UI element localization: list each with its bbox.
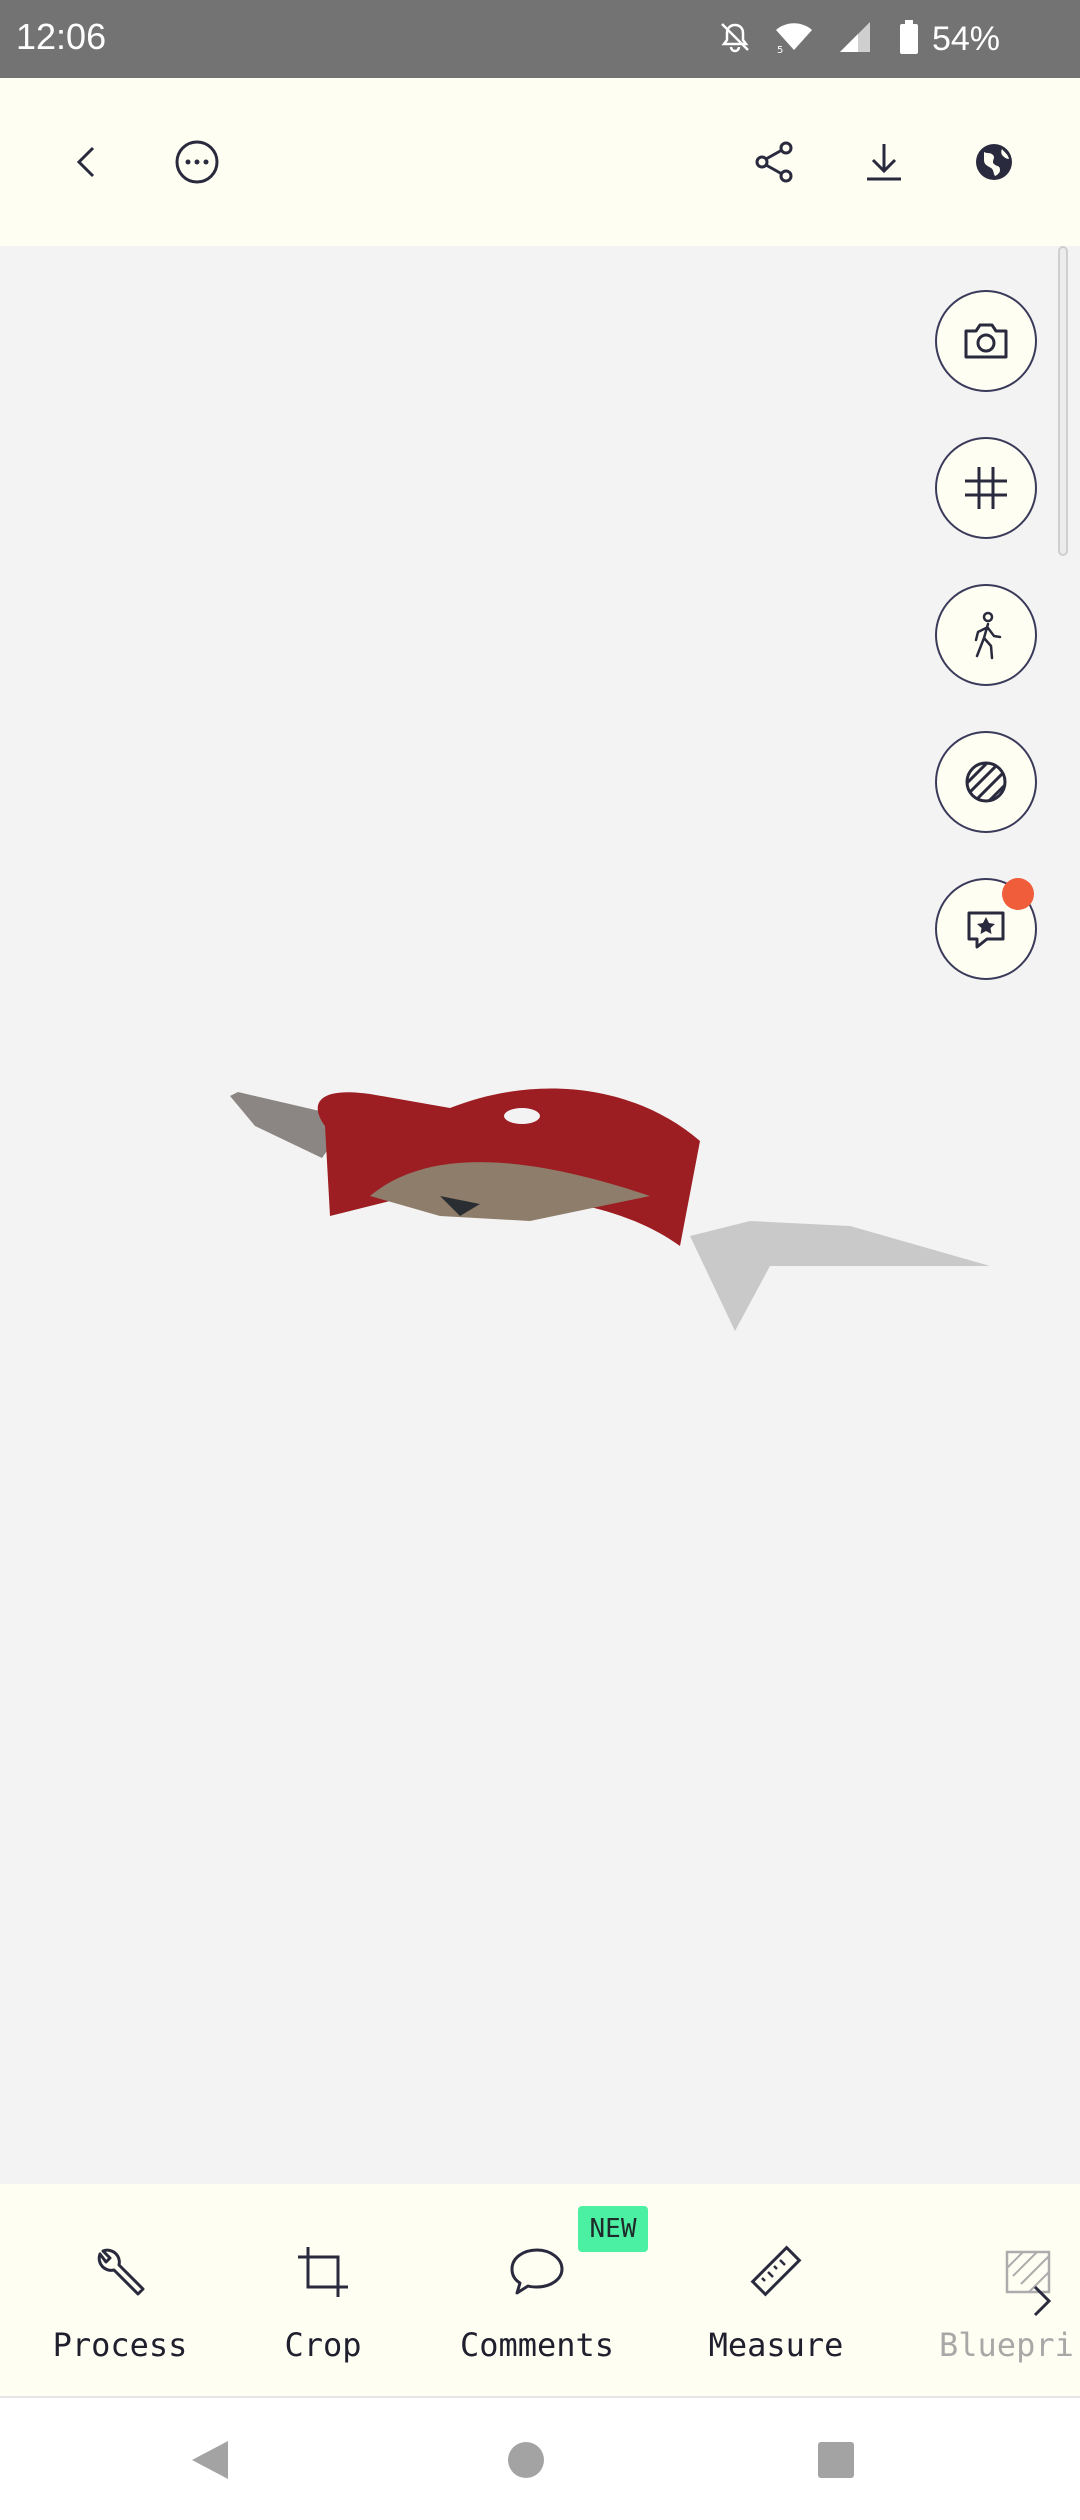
process-label: Process <box>52 2326 188 2364</box>
scanned-3d-model[interactable] <box>230 1086 1000 1346</box>
share-button[interactable] <box>740 128 808 196</box>
camera-icon <box>964 323 1008 359</box>
toolbar-next-button[interactable] <box>1012 2266 1072 2336</box>
texture-button[interactable] <box>935 731 1037 833</box>
chevron-right-icon <box>1033 2285 1052 2317</box>
crop-tool[interactable]: Crop <box>233 2240 413 2364</box>
globe-icon <box>976 144 1012 180</box>
crop-icon <box>298 2247 348 2297</box>
walk-mode-icon <box>974 611 1002 660</box>
comments-label: Comments <box>459 2326 615 2364</box>
grid-icon <box>965 467 1007 509</box>
nav-recents-icon <box>818 2442 854 2478</box>
globe-button[interactable] <box>960 128 1028 196</box>
svg-text:5: 5 <box>777 45 783 54</box>
model-mesh-right-flap <box>690 1221 990 1331</box>
battery-icon <box>898 19 920 59</box>
nav-recents-button[interactable] <box>810 2434 862 2486</box>
process-tool[interactable]: Process <box>30 2240 210 2364</box>
nav-back-icon <box>192 2441 228 2479</box>
ruler-icon <box>750 2245 802 2297</box>
nav-home-button[interactable] <box>500 2434 552 2486</box>
status-time: 12:06 <box>16 16 107 57</box>
grid-button[interactable] <box>935 437 1037 539</box>
crop-label: Crop <box>284 2326 362 2364</box>
share-icon <box>755 141 793 183</box>
system-nav-bar <box>0 2396 1080 2520</box>
back-button[interactable] <box>54 128 122 196</box>
nav-back-button[interactable] <box>184 2434 236 2486</box>
notification-dot <box>1002 878 1034 910</box>
mute-icon <box>718 20 752 58</box>
comment-icon <box>510 2248 564 2295</box>
more-options-button[interactable] <box>163 128 231 196</box>
more-options-icon <box>175 140 219 184</box>
viewport-scrollbar[interactable] <box>1058 246 1068 556</box>
model-viewport[interactable] <box>0 246 1080 2184</box>
signal-icon <box>836 20 876 58</box>
camera-button[interactable] <box>935 290 1037 392</box>
nav-home-icon <box>508 2442 544 2478</box>
starred-comment-icon <box>967 911 1005 949</box>
model-mesh-hole <box>504 1108 540 1124</box>
status-bar: 12:06 5 54% <box>0 0 1080 78</box>
wrench-icon <box>97 2248 145 2296</box>
back-icon <box>76 146 95 178</box>
wifi-icon: 5 <box>774 20 814 58</box>
status-icons: 5 54% <box>696 12 1000 66</box>
measure-label: Measure <box>708 2326 844 2364</box>
measure-tool[interactable]: Measure <box>686 2240 866 2364</box>
texture-icon <box>965 761 1007 803</box>
download-button[interactable] <box>850 128 918 196</box>
new-badge: NEW <box>578 2206 648 2252</box>
walk-mode-button[interactable] <box>935 584 1037 686</box>
top-app-bar <box>0 78 1080 246</box>
bottom-toolbar: Process Crop Comments NEW Measure Bluepr… <box>0 2184 1080 2396</box>
comments-tool[interactable]: Comments <box>447 2240 627 2364</box>
battery-percent: 54% <box>931 19 1000 58</box>
download-icon <box>867 144 901 181</box>
